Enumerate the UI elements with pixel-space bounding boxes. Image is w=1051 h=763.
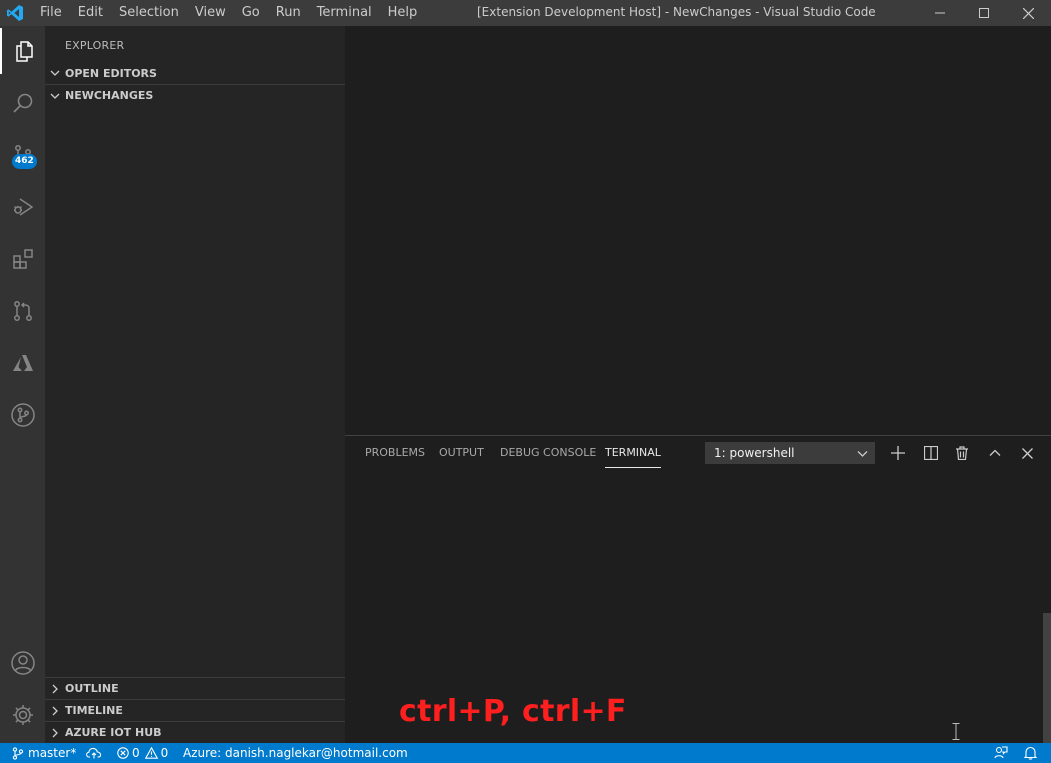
minimize-icon [935, 12, 945, 14]
section-open-editors[interactable]: OPEN EDITORS [45, 62, 345, 84]
maximize-panel-button[interactable] [984, 442, 1006, 464]
chevron-right-icon [45, 700, 65, 722]
error-count: 0 [132, 746, 140, 760]
section-newchanges[interactable]: NEWCHANGES [45, 84, 345, 106]
section-timeline[interactable]: TIMELINE [45, 699, 345, 721]
notifications-button[interactable] [1024, 743, 1037, 763]
close-window-button[interactable] [1005, 0, 1051, 26]
text-cursor-icon [952, 723, 960, 740]
sidebar-title: EXPLORER [65, 39, 125, 52]
menu-terminal[interactable]: Terminal [309, 0, 380, 26]
status-bar: master* 0 0 Azure: danish.naglekar@hotma… [0, 743, 1051, 763]
branch-status[interactable]: master* [12, 743, 76, 763]
kill-terminal-button[interactable] [951, 442, 973, 464]
azure-icon [12, 355, 33, 371]
activity-extensions[interactable] [0, 236, 45, 282]
minimize-button[interactable] [917, 0, 963, 26]
chevron-right-icon [45, 678, 65, 700]
feedback-button[interactable] [994, 743, 1008, 763]
source-control-badge: 462 [12, 154, 37, 169]
run-debug-icon [13, 198, 33, 216]
terminal-panel: PROBLEMS OUTPUT DEBUG CONSOLE TERMINAL 1… [345, 435, 1051, 743]
chevron-down-icon [857, 451, 868, 457]
editor-area[interactable] [345, 26, 1051, 435]
keystroke-overlay: ctrl+P, ctrl+F [399, 694, 627, 729]
trash-icon [956, 446, 968, 460]
account-icon [10, 651, 35, 675]
section-label: NEWCHANGES [65, 89, 154, 102]
menu-help[interactable]: Help [380, 0, 426, 26]
activity-manage[interactable] [0, 692, 45, 738]
section-label: OPEN EDITORS [65, 66, 157, 80]
tab-debug-console[interactable]: DEBUG CONSOLE [500, 446, 596, 468]
vscode-logo-icon [7, 5, 23, 21]
error-icon [117, 747, 129, 759]
chevron-down-icon [45, 62, 65, 84]
activity-search[interactable] [0, 80, 45, 126]
section-azure-iot-hub[interactable]: AZURE IOT HUB [45, 721, 345, 743]
maximize-button[interactable] [961, 0, 1007, 26]
close-icon [1021, 447, 1033, 459]
menu-bar: File Edit Selection View Go Run Terminal… [32, 0, 425, 26]
tab-output[interactable]: OUTPUT [439, 446, 484, 468]
split-icon [924, 446, 938, 460]
section-label: AZURE IOT HUB [65, 726, 162, 739]
tab-terminal[interactable]: TERMINAL [605, 446, 661, 468]
pull-request-icon [13, 301, 32, 321]
activity-bar: 462 [0, 26, 45, 743]
explorer-icon [15, 41, 33, 62]
new-terminal-button[interactable] [887, 442, 909, 464]
activity-pull-requests[interactable] [0, 288, 45, 334]
search-icon [12, 93, 32, 113]
sync-status[interactable] [86, 743, 102, 763]
bell-icon [1024, 746, 1037, 760]
cloud-sync-icon [86, 747, 102, 759]
activity-run-debug[interactable] [0, 184, 45, 230]
split-terminal-button[interactable] [920, 442, 942, 464]
window-title: [Extension Development Host] - NewChange… [477, 5, 876, 19]
menu-selection[interactable]: Selection [111, 0, 187, 26]
section-outline[interactable]: OUTLINE [45, 677, 345, 699]
warning-icon [144, 747, 158, 759]
menu-go[interactable]: Go [234, 0, 268, 26]
problems-status[interactable]: 0 0 [117, 743, 168, 763]
explorer-sidebar: EXPLORER OPEN EDITORS NEWCHANGES OUTLINE… [45, 26, 345, 743]
activity-git-graph[interactable] [0, 392, 45, 438]
menu-run[interactable]: Run [268, 0, 309, 26]
terminal-scrollbar[interactable] [1043, 613, 1051, 743]
warning-count: 0 [160, 746, 169, 760]
git-branch-icon [12, 746, 24, 760]
close-panel-button[interactable] [1016, 442, 1038, 464]
branch-name: master* [28, 746, 77, 760]
terminal-select[interactable]: 1: powershell [705, 442, 875, 464]
title-bar: File Edit Selection View Go Run Terminal… [0, 0, 1051, 26]
terminal-select-value: 1: powershell [714, 446, 795, 460]
activity-accounts[interactable] [0, 640, 45, 686]
plus-icon [891, 446, 905, 460]
chevron-up-icon [989, 449, 1001, 456]
chevron-down-icon [45, 85, 65, 107]
section-label: TIMELINE [65, 704, 123, 717]
chevron-right-icon [45, 722, 65, 744]
manage-gear-icon [12, 705, 33, 725]
activity-explorer[interactable] [0, 28, 45, 74]
tab-problems[interactable]: PROBLEMS [365, 446, 425, 468]
menu-file[interactable]: File [32, 0, 70, 26]
section-label: OUTLINE [65, 682, 119, 695]
maximize-icon [979, 8, 989, 18]
menu-edit[interactable]: Edit [70, 0, 111, 26]
extensions-icon [12, 249, 33, 269]
activity-azure[interactable] [0, 340, 45, 386]
close-icon [1022, 7, 1034, 19]
feedback-icon [994, 746, 1008, 759]
git-graph-icon [10, 403, 35, 427]
menu-view[interactable]: View [187, 0, 234, 26]
azure-account-status[interactable]: Azure: danish.naglekar@hotmail.com [183, 743, 408, 763]
